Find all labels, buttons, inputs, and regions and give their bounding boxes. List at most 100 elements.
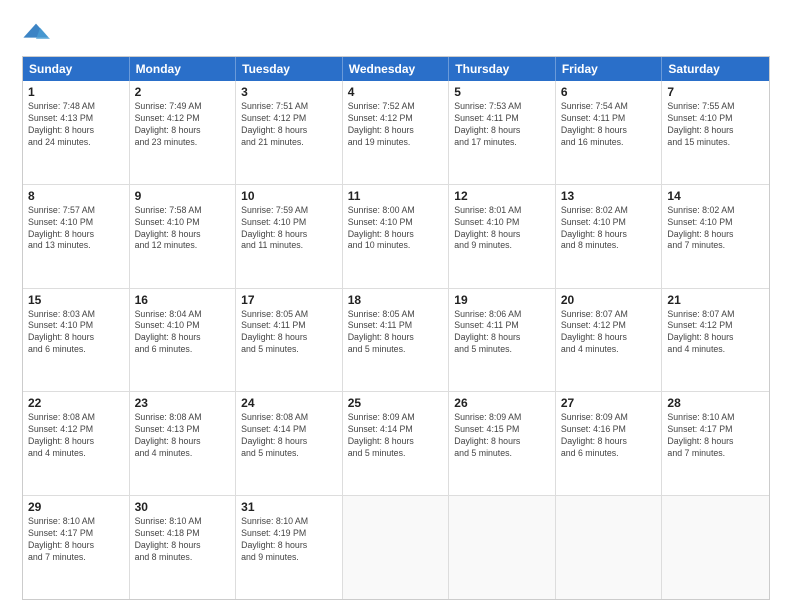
day-number: 13 (561, 189, 657, 203)
day-number: 11 (348, 189, 444, 203)
table-row: 8 Sunrise: 7:57 AM Sunset: 4:10 PM Daylig… (23, 185, 130, 288)
cell-info: Sunrise: 7:54 AM Sunset: 4:11 PM Dayligh… (561, 101, 657, 149)
table-row: 2 Sunrise: 7:49 AM Sunset: 4:12 PM Daylig… (130, 81, 237, 184)
day-number: 21 (667, 293, 764, 307)
calendar-row-1: 1 Sunrise: 7:48 AM Sunset: 4:13 PM Daylig… (23, 81, 769, 185)
cell-info: Sunrise: 8:05 AM Sunset: 4:11 PM Dayligh… (348, 309, 444, 357)
cell-info: Sunrise: 7:51 AM Sunset: 4:12 PM Dayligh… (241, 101, 337, 149)
day-number: 15 (28, 293, 124, 307)
day-number: 16 (135, 293, 231, 307)
day-number: 7 (667, 85, 764, 99)
day-number: 22 (28, 396, 124, 410)
header-wednesday: Wednesday (343, 57, 450, 81)
cell-info: Sunrise: 7:58 AM Sunset: 4:10 PM Dayligh… (135, 205, 231, 253)
day-number: 30 (135, 500, 231, 514)
day-number: 25 (348, 396, 444, 410)
cell-info: Sunrise: 8:02 AM Sunset: 4:10 PM Dayligh… (667, 205, 764, 253)
cell-info: Sunrise: 8:07 AM Sunset: 4:12 PM Dayligh… (561, 309, 657, 357)
cell-info: Sunrise: 8:05 AM Sunset: 4:11 PM Dayligh… (241, 309, 337, 357)
table-row: 1 Sunrise: 7:48 AM Sunset: 4:13 PM Daylig… (23, 81, 130, 184)
page: Sunday Monday Tuesday Wednesday Thursday… (0, 0, 792, 612)
calendar-row-5: 29 Sunrise: 8:10 AM Sunset: 4:17 PM Dayli… (23, 496, 769, 599)
table-row: 29 Sunrise: 8:10 AM Sunset: 4:17 PM Dayli… (23, 496, 130, 599)
header-monday: Monday (130, 57, 237, 81)
cell-info: Sunrise: 7:48 AM Sunset: 4:13 PM Dayligh… (28, 101, 124, 149)
cell-info: Sunrise: 8:06 AM Sunset: 4:11 PM Dayligh… (454, 309, 550, 357)
table-row (449, 496, 556, 599)
day-number: 24 (241, 396, 337, 410)
calendar-row-2: 8 Sunrise: 7:57 AM Sunset: 4:10 PM Daylig… (23, 185, 769, 289)
cell-info: Sunrise: 7:57 AM Sunset: 4:10 PM Dayligh… (28, 205, 124, 253)
day-number: 23 (135, 396, 231, 410)
day-number: 29 (28, 500, 124, 514)
calendar-row-4: 22 Sunrise: 8:08 AM Sunset: 4:12 PM Dayli… (23, 392, 769, 496)
header-saturday: Saturday (662, 57, 769, 81)
header-tuesday: Tuesday (236, 57, 343, 81)
day-number: 20 (561, 293, 657, 307)
header-thursday: Thursday (449, 57, 556, 81)
day-number: 6 (561, 85, 657, 99)
day-number: 4 (348, 85, 444, 99)
day-number: 31 (241, 500, 337, 514)
table-row: 6 Sunrise: 7:54 AM Sunset: 4:11 PM Daylig… (556, 81, 663, 184)
header (22, 18, 770, 46)
cell-info: Sunrise: 8:10 AM Sunset: 4:18 PM Dayligh… (135, 516, 231, 564)
cell-info: Sunrise: 8:09 AM Sunset: 4:14 PM Dayligh… (348, 412, 444, 460)
calendar-body: 1 Sunrise: 7:48 AM Sunset: 4:13 PM Daylig… (23, 81, 769, 599)
table-row: 27 Sunrise: 8:09 AM Sunset: 4:16 PM Dayli… (556, 392, 663, 495)
table-row: 9 Sunrise: 7:58 AM Sunset: 4:10 PM Daylig… (130, 185, 237, 288)
cell-info: Sunrise: 8:04 AM Sunset: 4:10 PM Dayligh… (135, 309, 231, 357)
table-row: 11 Sunrise: 8:00 AM Sunset: 4:10 PM Dayli… (343, 185, 450, 288)
cell-info: Sunrise: 8:07 AM Sunset: 4:12 PM Dayligh… (667, 309, 764, 357)
logo (22, 18, 54, 46)
table-row: 4Sunrise: 7:52 AM Sunset: 4:12 PM Daylig… (343, 81, 450, 184)
day-number: 19 (454, 293, 550, 307)
table-row: 26 Sunrise: 8:09 AM Sunset: 4:15 PM Dayli… (449, 392, 556, 495)
table-row (556, 496, 663, 599)
day-number: 8 (28, 189, 124, 203)
day-number: 1 (28, 85, 124, 99)
day-number: 27 (561, 396, 657, 410)
table-row: 3 Sunrise: 7:51 AM Sunset: 4:12 PM Daylig… (236, 81, 343, 184)
cell-info: Sunrise: 8:09 AM Sunset: 4:15 PM Dayligh… (454, 412, 550, 460)
table-row: 14 Sunrise: 8:02 AM Sunset: 4:10 PM Dayli… (662, 185, 769, 288)
day-number: 3 (241, 85, 337, 99)
table-row: 20 Sunrise: 8:07 AM Sunset: 4:12 PM Dayli… (556, 289, 663, 392)
cell-info: Sunrise: 7:59 AM Sunset: 4:10 PM Dayligh… (241, 205, 337, 253)
table-row: 19 Sunrise: 8:06 AM Sunset: 4:11 PM Dayli… (449, 289, 556, 392)
table-row: 10 Sunrise: 7:59 AM Sunset: 4:10 PM Dayli… (236, 185, 343, 288)
cell-info: Sunrise: 8:01 AM Sunset: 4:10 PM Dayligh… (454, 205, 550, 253)
cell-info: Sunrise: 8:08 AM Sunset: 4:13 PM Dayligh… (135, 412, 231, 460)
table-row: 31 Sunrise: 8:10 AM Sunset: 4:19 PM Dayli… (236, 496, 343, 599)
table-row (343, 496, 450, 599)
table-row: 16 Sunrise: 8:04 AM Sunset: 4:10 PM Dayli… (130, 289, 237, 392)
table-row: 24Sunrise: 8:08 AM Sunset: 4:14 PM Dayli… (236, 392, 343, 495)
logo-icon (22, 18, 50, 46)
calendar-header: Sunday Monday Tuesday Wednesday Thursday… (23, 57, 769, 81)
cell-info: Sunrise: 7:53 AM Sunset: 4:11 PM Dayligh… (454, 101, 550, 149)
table-row: 17Sunrise: 8:05 AM Sunset: 4:11 PM Dayli… (236, 289, 343, 392)
table-row: 30 Sunrise: 8:10 AM Sunset: 4:18 PM Dayli… (130, 496, 237, 599)
day-number: 14 (667, 189, 764, 203)
cell-info: Sunrise: 8:09 AM Sunset: 4:16 PM Dayligh… (561, 412, 657, 460)
table-row: 18 Sunrise: 8:05 AM Sunset: 4:11 PM Dayli… (343, 289, 450, 392)
cell-info: Sunrise: 8:10 AM Sunset: 4:19 PM Dayligh… (241, 516, 337, 564)
day-number: 18 (348, 293, 444, 307)
calendar-row-3: 15Sunrise: 8:03 AM Sunset: 4:10 PM Dayli… (23, 289, 769, 393)
table-row: 25 Sunrise: 8:09 AM Sunset: 4:14 PM Dayli… (343, 392, 450, 495)
cell-info: Sunrise: 8:10 AM Sunset: 4:17 PM Dayligh… (28, 516, 124, 564)
cell-info: Sunrise: 8:08 AM Sunset: 4:12 PM Dayligh… (28, 412, 124, 460)
cell-info: Sunrise: 7:49 AM Sunset: 4:12 PM Dayligh… (135, 101, 231, 149)
header-sunday: Sunday (23, 57, 130, 81)
table-row (662, 496, 769, 599)
table-row: 5Sunrise: 7:53 AM Sunset: 4:11 PM Daylig… (449, 81, 556, 184)
day-number: 9 (135, 189, 231, 203)
table-row: 15Sunrise: 8:03 AM Sunset: 4:10 PM Dayli… (23, 289, 130, 392)
day-number: 10 (241, 189, 337, 203)
table-row: 13Sunrise: 8:02 AM Sunset: 4:10 PM Dayli… (556, 185, 663, 288)
cell-info: Sunrise: 8:10 AM Sunset: 4:17 PM Dayligh… (667, 412, 764, 460)
header-friday: Friday (556, 57, 663, 81)
day-number: 2 (135, 85, 231, 99)
day-number: 26 (454, 396, 550, 410)
cell-info: Sunrise: 8:00 AM Sunset: 4:10 PM Dayligh… (348, 205, 444, 253)
